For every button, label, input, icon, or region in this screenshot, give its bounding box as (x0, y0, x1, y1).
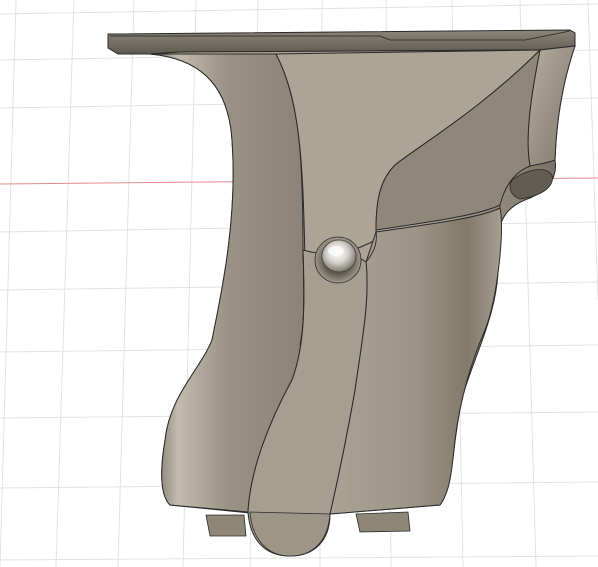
bottom-tab-center[interactable] (249, 511, 331, 557)
3d-viewport[interactable] (0, 0, 598, 567)
viewport-canvas[interactable] (0, 0, 598, 567)
screw-head[interactable] (314, 236, 362, 284)
bottom-tab-right[interactable] (355, 511, 411, 533)
bottom-tab-left[interactable] (205, 514, 247, 537)
